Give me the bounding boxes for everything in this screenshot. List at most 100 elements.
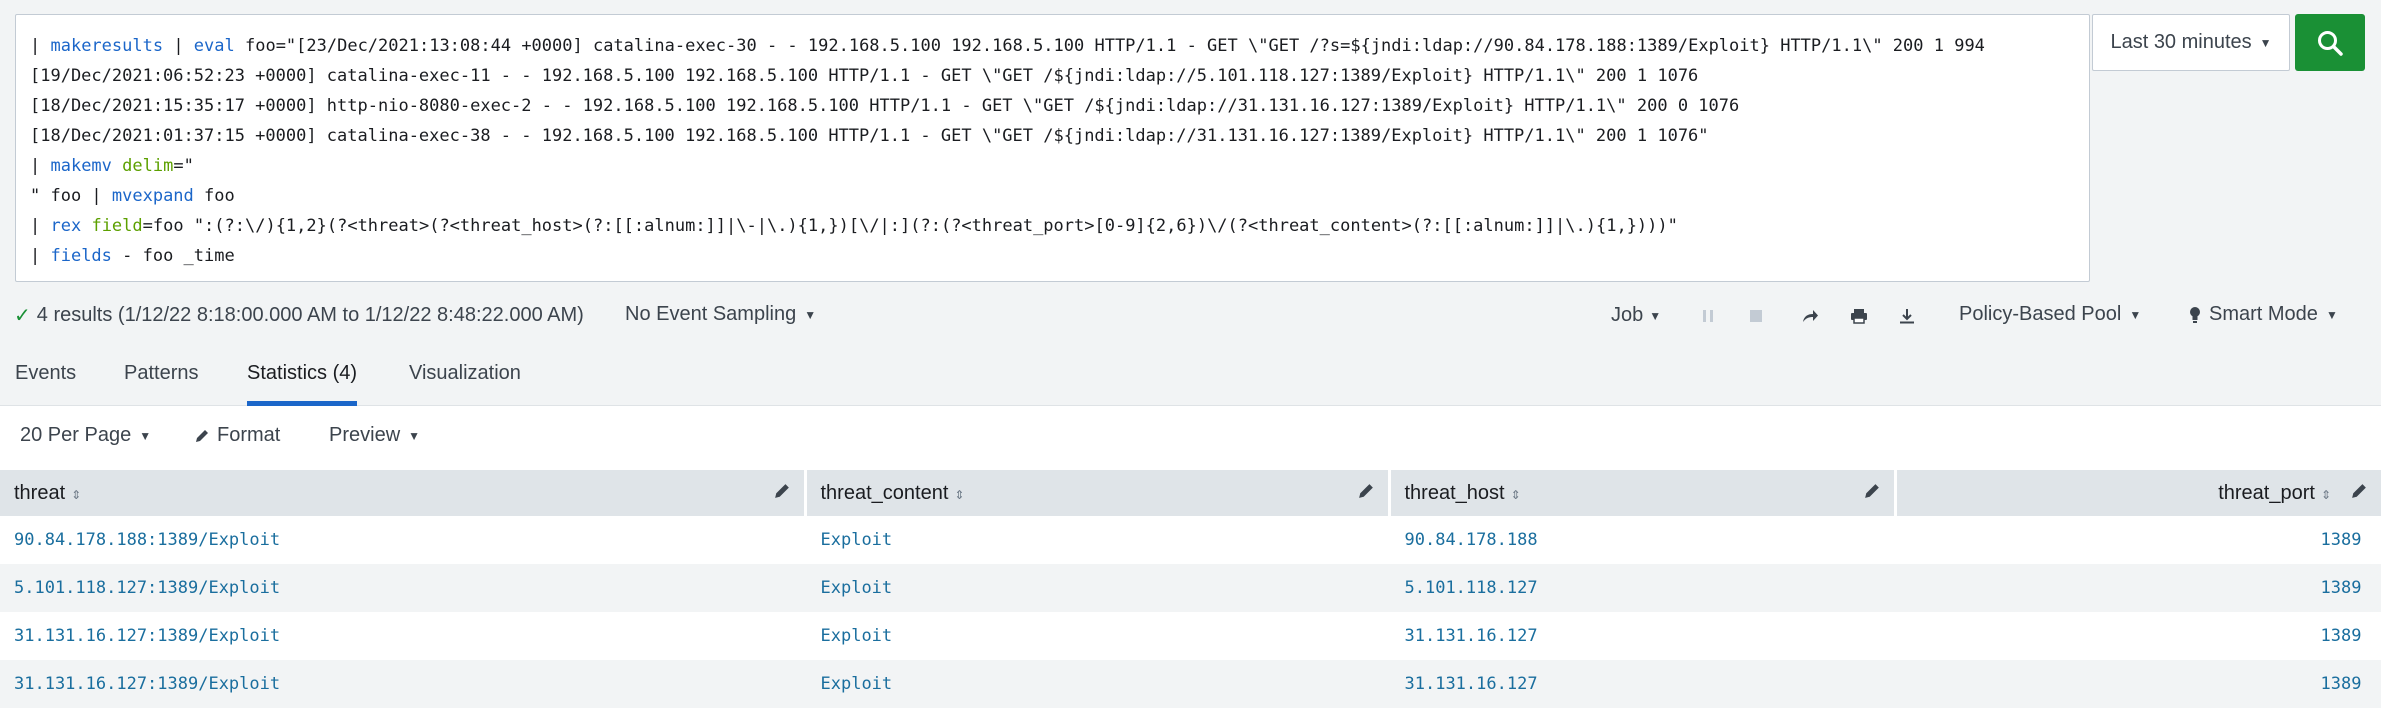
caret-down-icon: ▼ xyxy=(2259,35,2272,50)
table-cell[interactable]: 90.84.178.188 xyxy=(1389,516,1895,564)
table-cell[interactable]: 1389 xyxy=(1895,516,2381,564)
results-tabs: Events Patterns Statistics (4) Visualiza… xyxy=(0,340,2381,406)
table-cell[interactable]: 1389 xyxy=(1895,612,2381,660)
print-icon[interactable] xyxy=(1850,307,1868,325)
pencil-icon[interactable] xyxy=(1358,483,1374,499)
column-header-threat-port[interactable]: threat_port ⇕ xyxy=(1895,470,2381,516)
query-argument: field xyxy=(91,216,143,236)
query-text: =" xyxy=(173,156,194,176)
query-text: - foo _time xyxy=(111,246,235,266)
query-line: | rex field=foo ":(?:\/){1,2}(?<threat>(… xyxy=(30,211,2089,241)
table-cell[interactable]: 31.131.16.127 xyxy=(1389,612,1895,660)
table-row: 31.131.16.127:1389/Exploit Exploit 31.13… xyxy=(0,660,2381,708)
query-text: | xyxy=(163,36,194,56)
query-text: | xyxy=(30,36,51,56)
table-cell[interactable]: 1389 xyxy=(1895,564,2381,612)
search-mode-dropdown[interactable]: Smart Mode ▼ xyxy=(2189,303,2338,326)
sort-icon[interactable]: ⇕ xyxy=(71,488,81,502)
query-line: [19/Dec/2021:06:52:23 +0000] catalina-ex… xyxy=(30,61,2089,91)
time-range-label: Last 30 minutes xyxy=(2110,31,2252,53)
checkmark-icon: ✓ xyxy=(14,305,31,327)
table-cell[interactable]: Exploit xyxy=(805,564,1389,612)
query-line: | makemv delim=" xyxy=(30,151,2089,181)
table-cell[interactable]: 31.131.16.127:1389/Exploit xyxy=(0,612,805,660)
sort-icon[interactable]: ⇕ xyxy=(2321,488,2331,502)
tab-patterns[interactable]: Patterns xyxy=(124,362,198,406)
event-sampling-dropdown[interactable]: No Event Sampling ▼ xyxy=(625,303,816,326)
query-text: | xyxy=(30,216,51,236)
table-cell[interactable]: 90.84.178.188:1389/Exploit xyxy=(0,516,805,564)
tab-visualization[interactable]: Visualization xyxy=(409,362,521,406)
pencil-icon[interactable] xyxy=(774,483,790,499)
table-cell[interactable]: 5.101.118.127:1389/Exploit xyxy=(0,564,805,612)
query-text: [19/Dec/2021:06:52:23 +0000] catalina-ex… xyxy=(30,66,1699,86)
time-range-picker[interactable]: Last 30 minutes ▼ xyxy=(2092,14,2290,71)
statistics-table: threat ⇕ threat_content ⇕ threat_host ⇕ thr… xyxy=(0,470,2381,708)
caret-down-icon: ▼ xyxy=(139,428,152,443)
table-row: 31.131.16.127:1389/Exploit Exploit 31.13… xyxy=(0,612,2381,660)
per-page-dropdown[interactable]: 20 Per Page ▼ xyxy=(20,424,151,447)
table-cell[interactable]: 31.131.16.127 xyxy=(1389,660,1895,708)
caret-down-icon: ▼ xyxy=(1649,308,1662,323)
results-toolbar: 20 Per Page ▼ Format Preview ▼ xyxy=(0,406,2381,470)
query-text: [18/Dec/2021:15:35:17 +0000] http-nio-80… xyxy=(30,96,1740,116)
table-cell[interactable]: Exploit xyxy=(805,612,1389,660)
search-status-row: ✓ 4 results (1/12/22 8:18:00.000 AM to 1… xyxy=(0,290,2381,340)
table-cell[interactable]: 31.131.16.127:1389/Exploit xyxy=(0,660,805,708)
format-button[interactable]: Format xyxy=(195,424,280,447)
export-icon[interactable] xyxy=(1898,307,1916,325)
stop-icon[interactable] xyxy=(1747,307,1765,325)
caret-down-icon: ▼ xyxy=(804,307,817,322)
pencil-icon xyxy=(196,429,208,442)
workload-pool-dropdown[interactable]: Policy-Based Pool ▼ xyxy=(1959,303,2141,326)
table-row: 5.101.118.127:1389/Exploit Exploit 5.101… xyxy=(0,564,2381,612)
search-mode-label: Smart Mode xyxy=(2209,303,2318,325)
column-header-threat[interactable]: threat ⇕ xyxy=(0,470,807,516)
query-command: eval xyxy=(193,36,235,56)
search-button[interactable] xyxy=(2295,14,2365,71)
job-menu[interactable]: Job ▼ xyxy=(1611,304,1661,327)
query-line: | makeresults | eval foo="[23/Dec/2021:1… xyxy=(30,31,2089,61)
sort-icon[interactable]: ⇕ xyxy=(954,488,964,502)
result-count-text: 4 results (1/12/22 8:18:00.000 AM to 1/1… xyxy=(36,304,584,326)
caret-down-icon: ▼ xyxy=(408,428,421,443)
column-header-threat-host[interactable]: threat_host ⇕ xyxy=(1389,470,1897,516)
query-text: foo xyxy=(193,186,235,206)
caret-down-icon: ▼ xyxy=(2325,307,2338,322)
share-icon[interactable] xyxy=(1801,307,1819,325)
query-text: =foo ":(?:\/){1,2}(?<threat>(?<threat_ho… xyxy=(142,216,1678,236)
table-cell[interactable]: Exploit xyxy=(805,516,1389,564)
tab-events[interactable]: Events xyxy=(15,362,76,406)
tab-statistics[interactable]: Statistics (4) xyxy=(247,362,358,406)
table-cell[interactable]: 1389 xyxy=(1895,660,2381,708)
query-argument: delim xyxy=(122,156,174,176)
job-label: Job xyxy=(1611,304,1644,326)
table-row: 90.84.178.188:1389/Exploit Exploit 90.84… xyxy=(0,516,2381,564)
query-command: mvexpand xyxy=(111,186,194,206)
preview-label: Preview xyxy=(329,424,401,446)
search-query-editor[interactable]: | makeresults | eval foo="[23/Dec/2021:1… xyxy=(15,14,2090,282)
pause-icon[interactable] xyxy=(1699,307,1717,325)
query-command: rex xyxy=(50,216,82,236)
caret-down-icon: ▼ xyxy=(2129,307,2142,322)
sort-icon[interactable]: ⇕ xyxy=(1511,488,1521,502)
result-count: ✓ 4 results (1/12/22 8:18:00.000 AM to 1… xyxy=(14,303,584,328)
table-header-row: threat ⇕ threat_content ⇕ threat_host ⇕ thr… xyxy=(0,470,2381,516)
per-page-label: 20 Per Page xyxy=(20,424,132,446)
search-bar: | makeresults | eval foo="[23/Dec/2021:1… xyxy=(0,0,2381,290)
column-header-threat-content[interactable]: threat_content ⇕ xyxy=(805,470,1391,516)
table-cell[interactable]: Exploit xyxy=(805,660,1389,708)
query-text xyxy=(112,156,122,176)
query-line: [18/Dec/2021:15:35:17 +0000] http-nio-80… xyxy=(30,91,2089,121)
preview-dropdown[interactable]: Preview ▼ xyxy=(329,424,420,447)
query-text: | xyxy=(30,246,51,266)
query-text: foo="[23/Dec/2021:13:08:44 +0000] catali… xyxy=(234,36,1985,56)
query-command: fields xyxy=(50,246,112,266)
query-command: makeresults xyxy=(50,36,164,56)
pencil-icon[interactable] xyxy=(1864,483,1880,499)
table-cell[interactable]: 5.101.118.127 xyxy=(1389,564,1895,612)
pencil-icon[interactable] xyxy=(2351,483,2367,499)
query-command: makemv xyxy=(50,156,112,176)
pool-label: Policy-Based Pool xyxy=(1959,303,2122,325)
lightbulb-icon xyxy=(2190,306,2200,323)
